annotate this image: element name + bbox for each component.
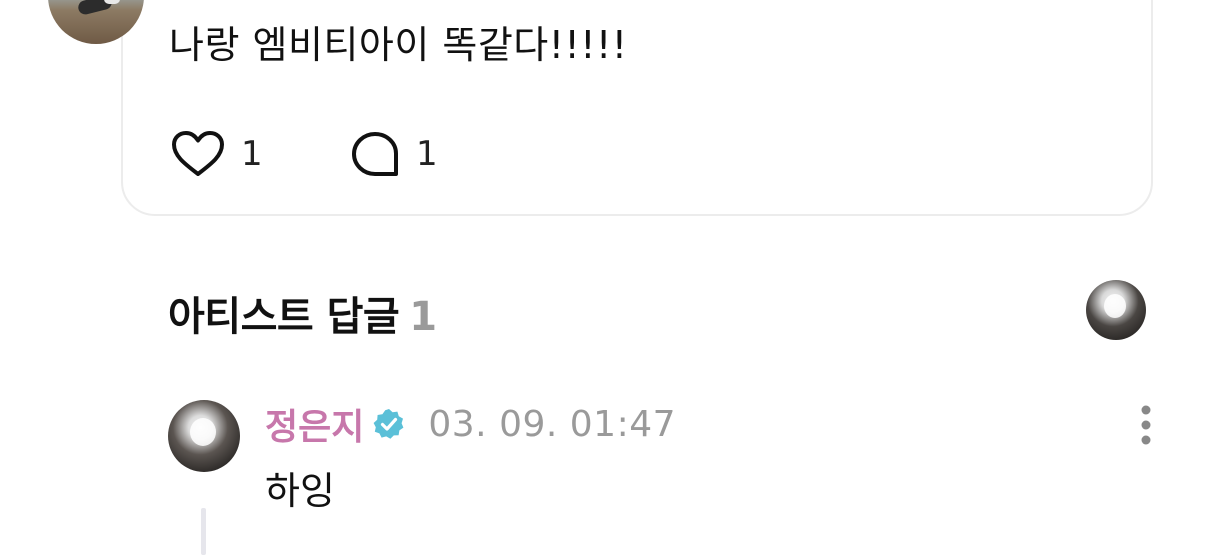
post-text: 나랑 엠비티아이 똑같다!!!!!: [169, 23, 628, 67]
artist-avatar[interactable]: [1086, 280, 1146, 340]
comment-header: 정은지 03. 09. 01:47: [265, 398, 677, 450]
more-vertical-icon[interactable]: [1130, 402, 1162, 448]
reply-button[interactable]: 1: [350, 130, 438, 178]
avatar-figure-detail: [104, 0, 120, 4]
like-count: 1: [241, 134, 263, 174]
comment-text: 하잉: [265, 469, 335, 513]
verified-badge-icon: [373, 409, 404, 439]
avatar-highlight: [190, 418, 216, 446]
comment-timestamp: 03. 09. 01:47: [428, 403, 677, 445]
artist-replies-title: 아티스트 답글: [168, 294, 400, 340]
comment-author-avatar[interactable]: [168, 400, 240, 472]
speech-bubble-icon: [352, 132, 398, 176]
comment-author-name[interactable]: 정은지: [265, 398, 364, 450]
reply-thread-line: [201, 508, 206, 555]
like-button[interactable]: 1: [171, 130, 263, 178]
reply-count: 1: [416, 134, 438, 174]
heart-icon: [172, 131, 224, 176]
artist-replies-header: 아티스트 답글 1: [168, 284, 437, 342]
page: 나랑 엠비티아이 똑같다!!!!! 1 1 아티스트 답글 1 정은지 03. 0…: [0, 0, 1206, 555]
artist-replies-count: 1: [409, 294, 437, 340]
avatar-highlight: [1104, 294, 1126, 318]
